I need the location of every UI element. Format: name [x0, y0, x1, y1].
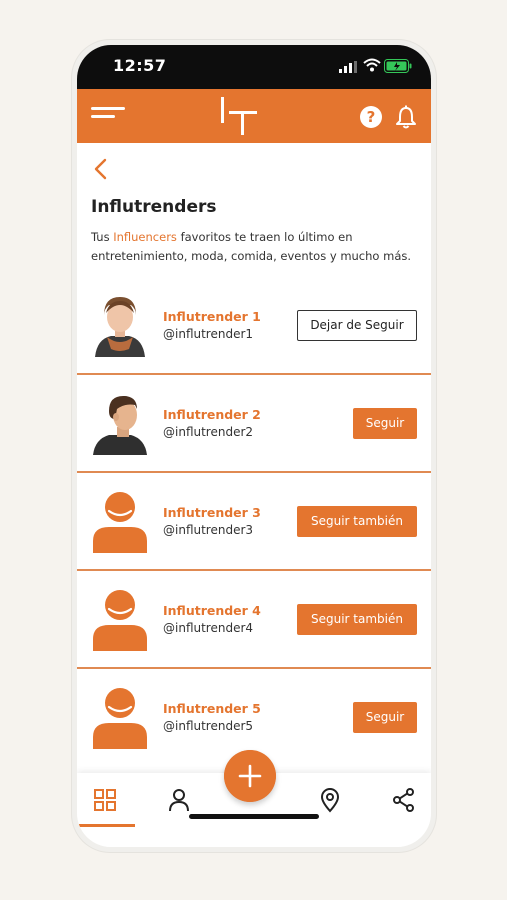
- list-item: Influtrender 1 @influtrender1 Dejar de S…: [77, 277, 431, 375]
- default-user-icon: [93, 688, 147, 749]
- signal-icon: [339, 61, 357, 73]
- share-icon[interactable]: [391, 787, 417, 813]
- page-title: Influtrenders: [91, 197, 217, 217]
- default-user-icon: [93, 590, 147, 651]
- list-item: Influtrender 2 @influtrender2 Seguir: [77, 375, 431, 473]
- influencer-handle: @influtrender1: [163, 327, 254, 341]
- influencer-handle: @influtrender2: [163, 425, 254, 439]
- influencer-name: Influtrender 1: [163, 309, 261, 324]
- wifi-icon: [363, 58, 381, 72]
- influencer-name: Influtrender 5: [163, 701, 261, 716]
- influencers-highlight: Influencers: [113, 230, 177, 244]
- status-time: 12:57: [113, 56, 167, 75]
- influencer-handle: @influtrender4: [163, 621, 254, 635]
- list-item: Influtrender 4 @influtrender4 Seguir tam…: [77, 571, 431, 669]
- battery-icon: [384, 59, 412, 73]
- grid-icon[interactable]: [92, 787, 118, 813]
- logo: [221, 97, 257, 135]
- follow-button[interactable]: Seguir: [353, 408, 417, 439]
- influencer-name: Influtrender 2: [163, 407, 261, 422]
- influencer-name: Influtrender 4: [163, 603, 261, 618]
- home-indicator: [189, 814, 319, 819]
- bell-icon[interactable]: [395, 105, 417, 129]
- influencer-name: Influtrender 3: [163, 505, 261, 520]
- status-bar: 12:57: [77, 45, 431, 89]
- influencer-handle: @influtrender5: [163, 719, 254, 733]
- page-description: Tus Influencers favoritos te traen lo úl…: [91, 230, 412, 263]
- chevron-left-icon[interactable]: [91, 157, 111, 181]
- influencer-list: Influtrender 1 @influtrender1 Dejar de S…: [77, 277, 431, 767]
- avatar-photo-woman: [95, 297, 145, 357]
- app-header: ?: [77, 89, 431, 143]
- default-user-icon: [93, 492, 147, 553]
- active-tab-indicator: [79, 824, 135, 827]
- influencer-handle: @influtrender3: [163, 523, 254, 537]
- add-icon[interactable]: [224, 750, 276, 802]
- unfollow-button[interactable]: Dejar de Seguir: [297, 310, 417, 341]
- avatar-photo-man: [93, 395, 147, 455]
- question-icon[interactable]: ?: [360, 106, 382, 128]
- app-screen: 12:57 ? Influtrenders Tus Influencers fa…: [77, 45, 431, 847]
- user-icon[interactable]: [166, 787, 192, 813]
- follow-too-button[interactable]: Seguir también: [297, 604, 417, 635]
- hamburger-icon[interactable]: [91, 105, 127, 127]
- list-item: Influtrender 3 @influtrender3 Seguir tam…: [77, 473, 431, 571]
- follow-button[interactable]: Seguir: [353, 702, 417, 733]
- location-icon[interactable]: [317, 787, 343, 813]
- phone-frame: 12:57 ? Influtrenders Tus Influencers fa…: [72, 40, 436, 852]
- follow-too-button[interactable]: Seguir también: [297, 506, 417, 537]
